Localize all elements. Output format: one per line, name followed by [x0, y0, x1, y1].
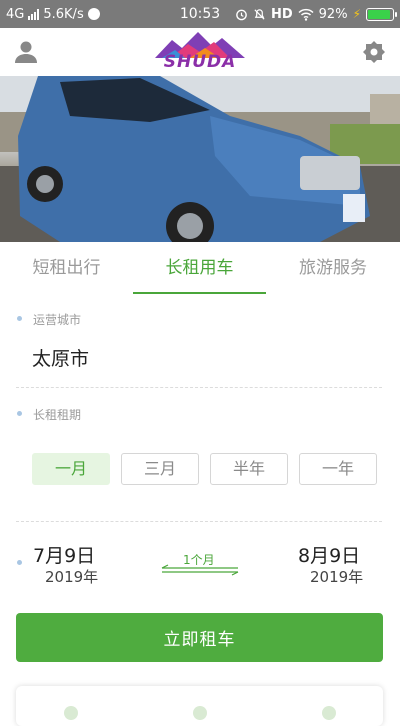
- card-icon: [193, 706, 207, 720]
- card-icon: [322, 706, 336, 720]
- hd-indicator: HD: [270, 6, 293, 22]
- tab-long-rent[interactable]: 长租用车: [133, 244, 266, 294]
- divider: [16, 387, 382, 388]
- rent-now-button[interactable]: 立即租车: [16, 613, 383, 662]
- period-label: 长租租期: [33, 408, 82, 422]
- city-select[interactable]: 太原市: [32, 344, 89, 371]
- tab-bar: 短租出行 长租用车 旅游服务: [0, 244, 400, 294]
- logo: SHUDA: [150, 30, 250, 74]
- period-option-half-year[interactable]: 半年: [210, 453, 288, 485]
- tab-travel-service[interactable]: 旅游服务: [266, 244, 400, 294]
- gear-icon[interactable]: [360, 38, 388, 66]
- period-options: 一月 三月 半年 一年: [32, 453, 377, 485]
- charging-icon: ⚡: [352, 7, 361, 21]
- signal-icon: [28, 8, 40, 20]
- card-icon: [64, 706, 78, 720]
- start-year: 2019年: [45, 568, 99, 586]
- duration-arrows-icon: [161, 564, 239, 576]
- network-type: 4G: [6, 6, 25, 22]
- battery-icon: [366, 7, 397, 21]
- period-option-one-month[interactable]: 一月: [32, 453, 110, 485]
- banner-image[interactable]: [0, 76, 400, 242]
- period-option-one-year[interactable]: 一年: [299, 453, 377, 485]
- wifi-icon: [298, 8, 314, 21]
- status-bar: 4G 5.6K/s 10:53 HD 92% ⚡: [0, 0, 400, 28]
- end-year: 2019年: [310, 568, 364, 586]
- period-option-three-months[interactable]: 三月: [121, 453, 199, 485]
- battery-percent: 92%: [318, 6, 348, 22]
- logo-text: SHUDA: [163, 52, 237, 72]
- bullet-dot: [17, 411, 22, 416]
- city-label: 运营城市: [33, 313, 82, 327]
- bullet-dot: [17, 316, 22, 321]
- bottom-card: [16, 686, 383, 726]
- tab-short-rent[interactable]: 短租出行: [0, 244, 133, 294]
- alarm-icon: [236, 9, 247, 20]
- user-icon[interactable]: [12, 38, 40, 66]
- network-speed: 5.6K/s: [43, 6, 84, 22]
- battery-level: [368, 9, 391, 19]
- divider: [16, 521, 382, 522]
- mute-icon: [254, 8, 265, 20]
- end-date[interactable]: 8月9日: [298, 541, 360, 568]
- start-date[interactable]: 7月9日: [33, 541, 95, 568]
- bullet-dot: [17, 560, 22, 565]
- notification-icon: [87, 8, 100, 20]
- app-header: SHUDA: [0, 28, 400, 76]
